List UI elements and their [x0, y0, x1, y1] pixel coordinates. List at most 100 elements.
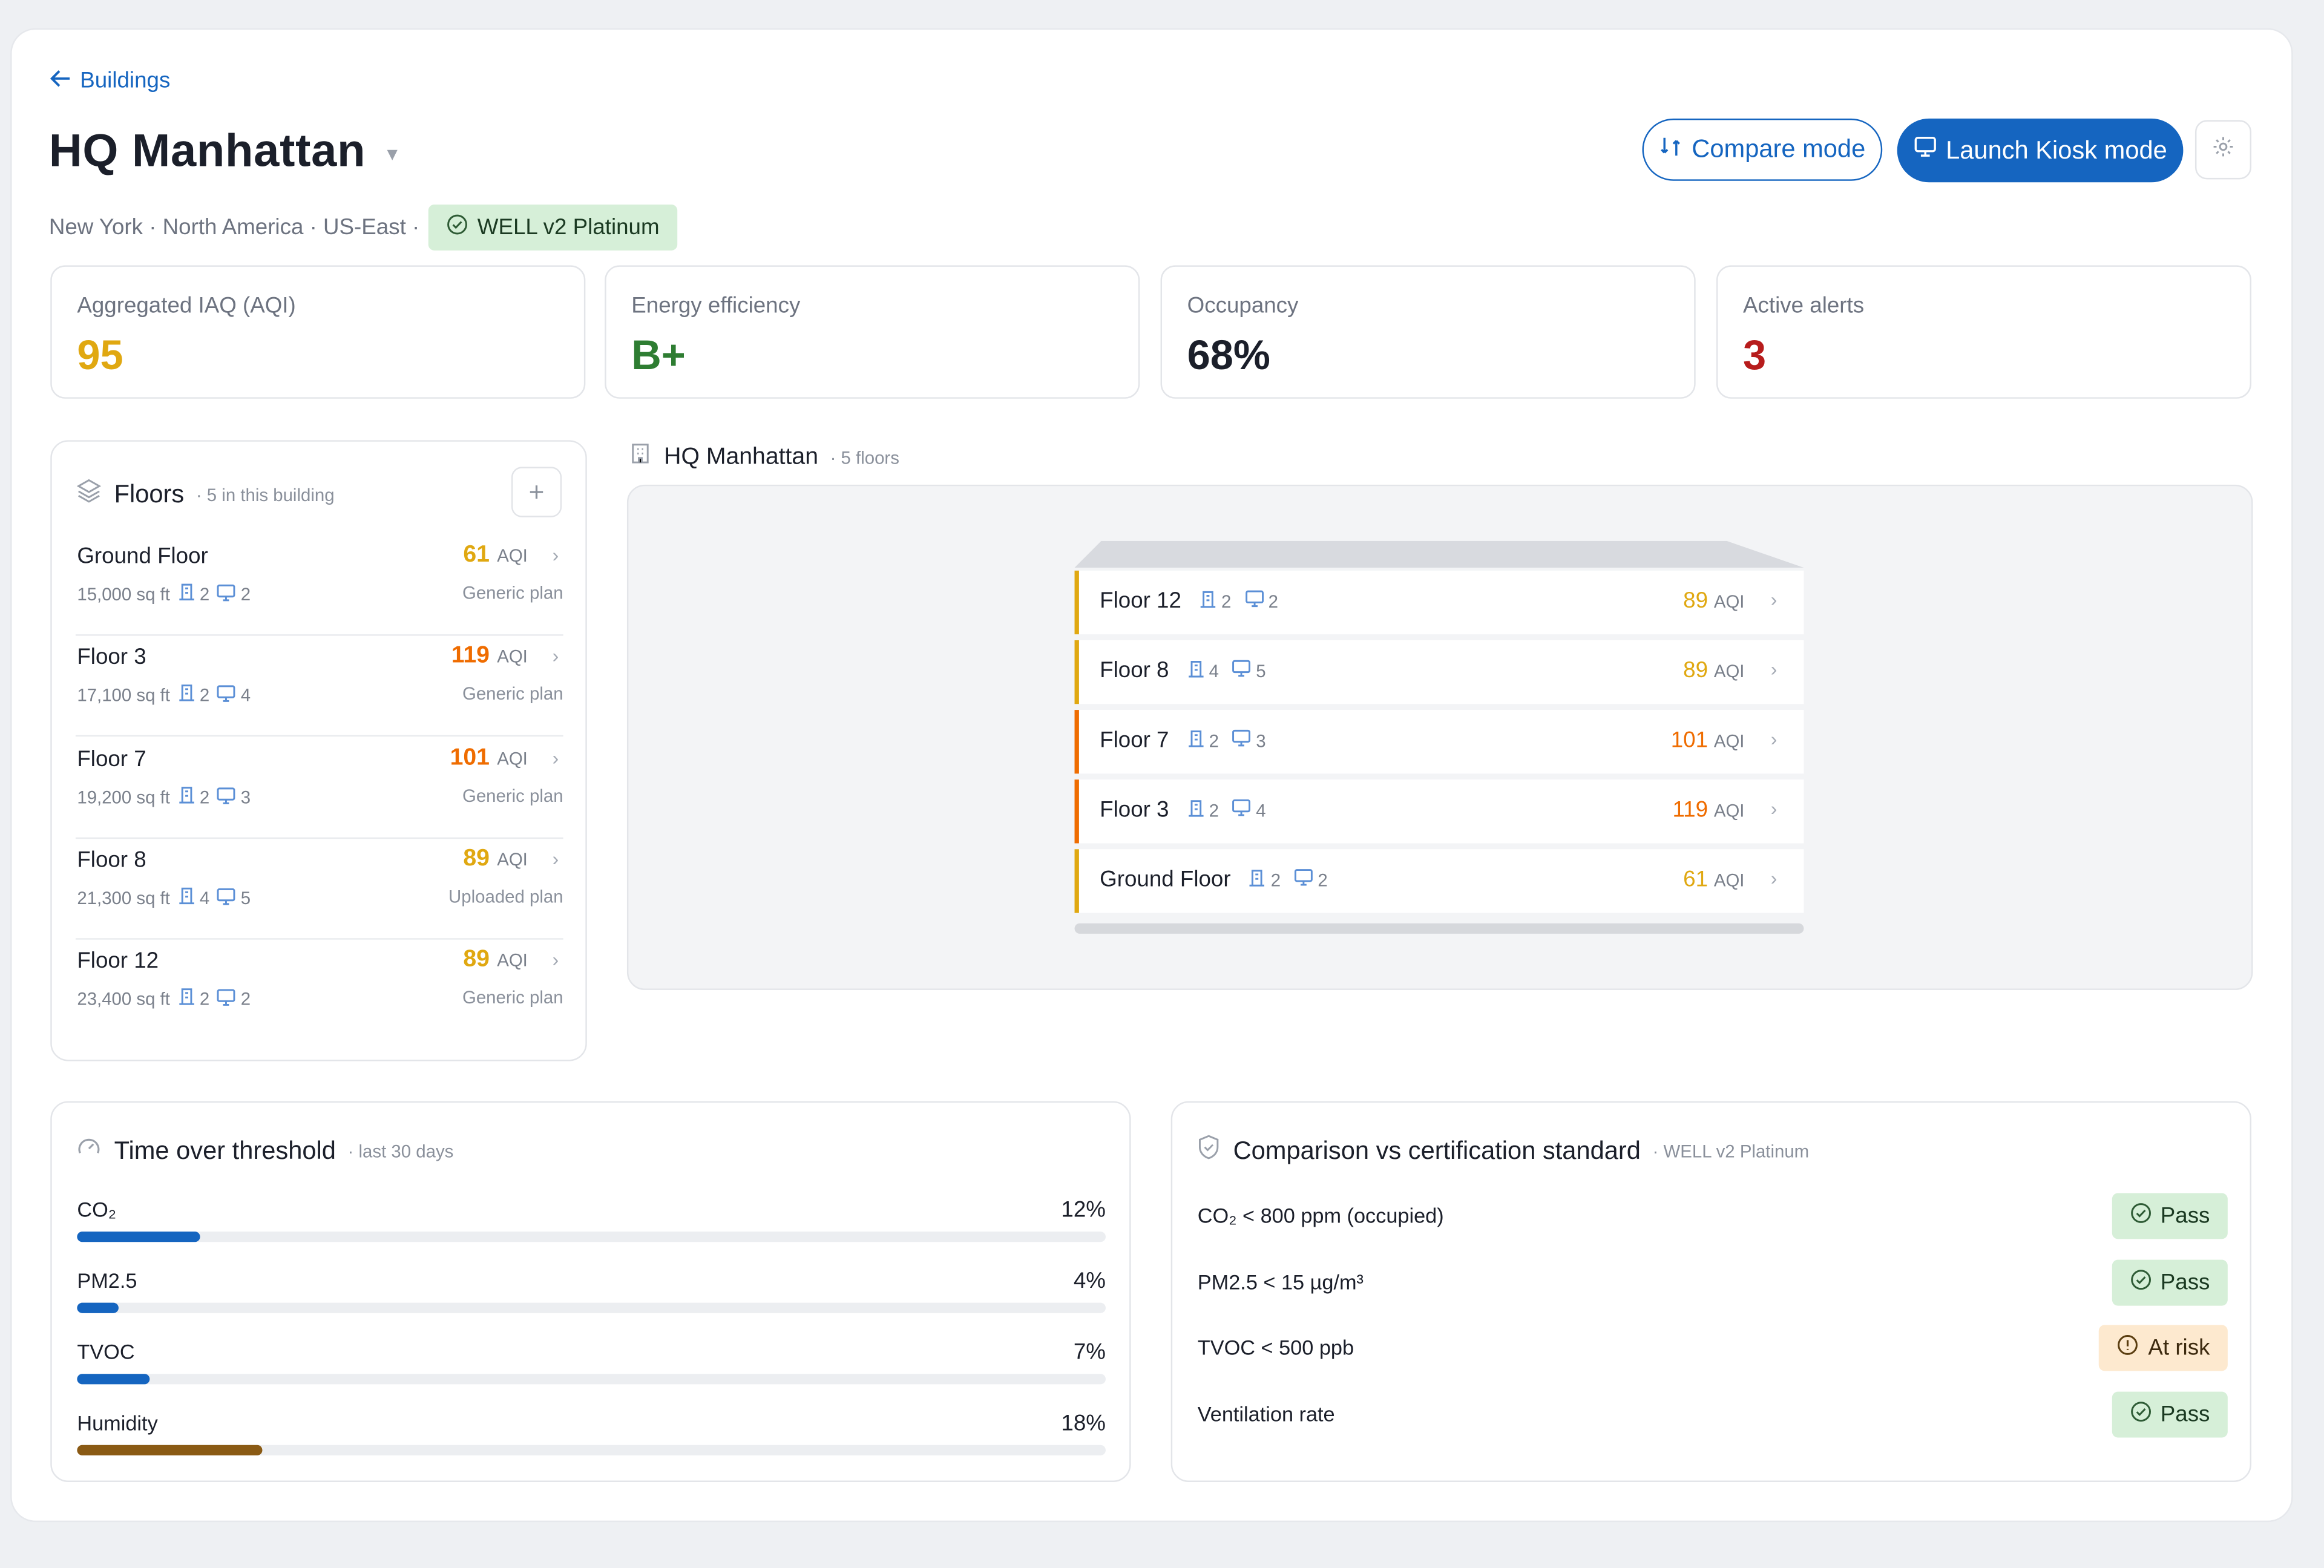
building-roof [1074, 540, 1804, 568]
threshold-title: Time over threshold [114, 1136, 336, 1164]
metric-percent: 7% [1073, 1339, 1106, 1365]
floor-list-item[interactable]: Ground Floor 15,000 sq ft 2 2 61 AQI › G… [75, 535, 563, 636]
stack-floor-row[interactable]: Floor 3 2 4 119 AQI › [1074, 779, 1804, 844]
floor-area: 19,200 sq ft [77, 787, 170, 808]
building-view-floor-count: · 5 floors [830, 447, 899, 468]
stack-floor-name: Floor 7 [1100, 727, 1169, 753]
kpi-label: Energy efficiency [631, 293, 801, 319]
floor-plan-type: Generic plan [462, 785, 563, 807]
stack-floor-aqi-value: 89 [1683, 588, 1709, 614]
chevron-right-icon: › [552, 543, 559, 566]
gauge-icon [76, 1133, 102, 1167]
floor-area: 15,000 sq ft [77, 583, 170, 605]
stack-floor-meta: 2 3 [1187, 729, 1266, 752]
floor-meta: 21,300 sq ft 4 5 [77, 887, 251, 910]
device-count: 3 [1232, 729, 1266, 752]
kpi-card-alerts: Active alerts 3 [1716, 265, 2252, 399]
sensor-icon [1187, 659, 1204, 683]
device-count: 2 [1244, 589, 1278, 612]
kpi-card-occupancy: Occupancy 68% [1160, 265, 1696, 399]
kpi-value: 68% [1187, 332, 1270, 378]
stack-floor-meta: 2 2 [1249, 868, 1328, 891]
floor-list-item[interactable]: Floor 12 23,400 sq ft 2 2 89 AQI › Gener… [76, 940, 563, 1041]
floor-meta: 19,200 sq ft 2 3 [77, 786, 251, 809]
chevron-right-icon: › [1770, 797, 1777, 820]
stack-floor-row[interactable]: Floor 8 4 5 89 AQI › [1074, 640, 1804, 704]
chevron-right-icon: › [552, 747, 559, 770]
metric-name: CO₂ [77, 1197, 117, 1221]
arrow-left-icon [50, 68, 71, 94]
building-view-header: HQ Manhattan · 5 floors [628, 442, 899, 473]
criterion-name: TVOC < 500 ppb [1197, 1335, 1354, 1359]
sensor-count: 2 [177, 582, 209, 606]
sensor-count: 2 [1187, 798, 1219, 822]
device-count: 5 [217, 887, 251, 910]
floor-plan-type: Generic plan [462, 683, 563, 704]
monitor-icon [1232, 660, 1252, 682]
chevron-right-icon: › [1770, 588, 1777, 611]
time-over-threshold-panel: Time over threshold · last 30 days CO₂ 1… [50, 1101, 1131, 1482]
compare-icon [1659, 134, 1682, 165]
sensor-count: 2 [177, 683, 209, 707]
stack-floor-row[interactable]: Ground Floor 2 2 61 AQI › [1074, 849, 1804, 913]
monitor-icon [1232, 729, 1252, 752]
chevron-right-icon: › [552, 847, 559, 870]
back-link[interactable]: Buildings [50, 68, 170, 94]
chevron-down-icon: ▼ [383, 143, 402, 165]
launch-kiosk-button[interactable]: Launch Kiosk mode [1897, 118, 2184, 183]
progress-track [77, 1232, 1106, 1242]
floor-meta: 23,400 sq ft 2 2 [77, 987, 251, 1011]
stack-floor-row[interactable]: Floor 12 2 2 89 AQI › [1074, 570, 1804, 635]
device-count: 2 [217, 583, 251, 606]
threshold-header: Time over threshold · last 30 days [76, 1133, 453, 1167]
chevron-right-icon: › [1770, 658, 1777, 681]
floor-meta: 17,100 sq ft 2 4 [77, 683, 251, 707]
building-selector[interactable]: HQ Manhattan ▼ [49, 125, 402, 178]
progress-fill [77, 1302, 119, 1313]
stack-floor-row[interactable]: Floor 7 2 3 101 AQI › [1074, 710, 1804, 774]
stack-floor-aqi-value: 89 [1683, 658, 1709, 683]
metric-name: PM2.5 [77, 1268, 137, 1293]
floor-area: 17,100 sq ft [77, 684, 170, 706]
settings-button[interactable] [2194, 120, 2252, 180]
progress-fill [77, 1232, 201, 1242]
pass-badge: Pass [2111, 1391, 2228, 1438]
divider [75, 735, 563, 737]
floor-list-item[interactable]: Floor 8 21,300 sq ft 4 5 89 AQI › Upload… [75, 839, 563, 940]
device-count: 5 [1232, 659, 1266, 683]
compare-mode-button[interactable]: Compare mode [1642, 118, 1883, 181]
monitor-icon [1913, 135, 1937, 166]
floor-list-item[interactable]: Floor 3 17,100 sq ft 2 4 119 AQI › Gener… [75, 636, 563, 737]
monitor-icon [1294, 868, 1313, 891]
floor-list-item[interactable]: Floor 7 19,200 sq ft 2 3 101 AQI › Gener… [75, 738, 563, 839]
certification-title: Comparison vs certification standard [1233, 1136, 1641, 1164]
criterion-status: Pass [2160, 1402, 2210, 1428]
floor-name: Floor 8 [77, 847, 146, 873]
stack-floor-name: Floor 12 [1100, 588, 1181, 614]
sensor-icon [177, 786, 195, 809]
certification-standard: · WELL v2 Platinum [1652, 1140, 1810, 1161]
chevron-right-icon: › [552, 948, 559, 971]
threshold-period: · last 30 days [347, 1140, 454, 1161]
add-floor-button[interactable]: + [511, 467, 562, 517]
plus-icon: + [528, 476, 545, 507]
metric-percent: 12% [1061, 1197, 1106, 1223]
aqi-unit: AQI [497, 950, 528, 971]
aqi-unit: AQI [1713, 661, 1745, 682]
building-location: New York · North America · US-East · WEL… [49, 204, 677, 251]
criterion-name: CO₂ < 800 ppm (occupied) [1197, 1203, 1444, 1227]
floor-aqi: 119 AQI [451, 643, 528, 670]
kpi-label: Active alerts [1743, 293, 1865, 319]
sensor-icon [177, 887, 195, 910]
building-base [1074, 923, 1804, 934]
floors-panel: Floors · 5 in this building + Ground Flo… [50, 440, 587, 1061]
alert-circle-icon [2117, 1334, 2139, 1362]
floor-name: Floor 12 [77, 948, 159, 974]
sensor-count: 2 [1187, 729, 1219, 752]
device-count: 4 [1232, 798, 1266, 822]
device-count: 2 [217, 988, 251, 1010]
sensor-icon [177, 683, 195, 707]
device-count: 2 [1294, 868, 1328, 891]
threshold-metric: Humidity 18% [77, 1411, 1106, 1470]
gear-icon [2211, 134, 2235, 165]
